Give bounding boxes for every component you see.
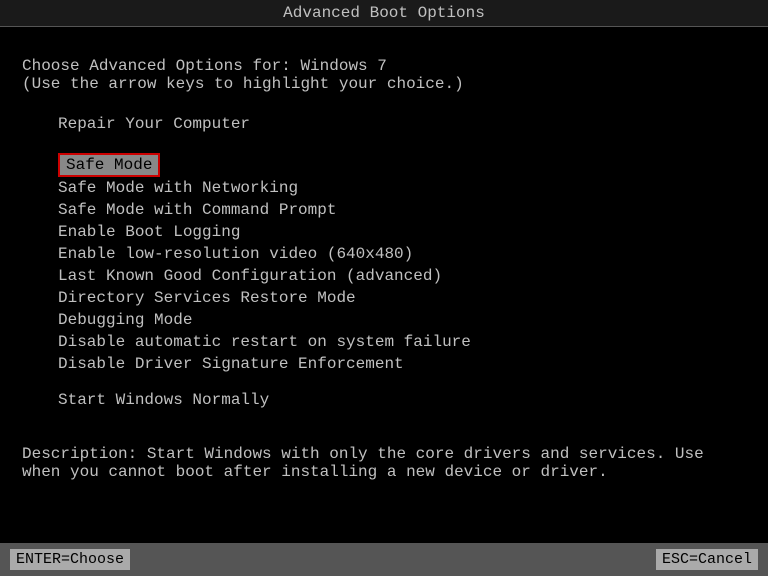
description-line2: when you cannot boot after installing a …	[22, 463, 746, 481]
menu-list: Safe ModeSafe Mode with NetworkingSafe M…	[22, 153, 746, 411]
menu-item-safe-mode[interactable]: Safe Mode	[58, 153, 160, 177]
menu-item-enable-low-res-video[interactable]: Enable low-resolution video (640x480)	[22, 243, 746, 265]
header-line1: Choose Advanced Options for: Windows 7	[22, 57, 746, 75]
repair-computer-item[interactable]: Repair Your Computer	[22, 113, 746, 135]
menu-item-directory-services-restore[interactable]: Directory Services Restore Mode	[22, 287, 746, 309]
footer-enter: ENTER=Choose	[10, 549, 130, 570]
menu-item-disable-auto-restart[interactable]: Disable automatic restart on system fail…	[22, 331, 746, 353]
title-text: Advanced Boot Options	[283, 4, 485, 22]
menu-item-last-known-good[interactable]: Last Known Good Configuration (advanced)	[22, 265, 746, 287]
footer-bar: ENTER=Choose ESC=Cancel	[0, 543, 768, 576]
menu-item-disable-driver-signature[interactable]: Disable Driver Signature Enforcement	[22, 353, 746, 375]
menu-item-safe-mode-command-prompt[interactable]: Safe Mode with Command Prompt	[22, 199, 746, 221]
description-line1: Description: Start Windows with only the…	[22, 445, 746, 463]
description-section: Description: Start Windows with only the…	[22, 445, 746, 481]
footer-esc: ESC=Cancel	[656, 549, 758, 570]
menu-item-debugging-mode[interactable]: Debugging Mode	[22, 309, 746, 331]
menu-item-safe-mode-networking[interactable]: Safe Mode with Networking	[22, 177, 746, 199]
title-bar: Advanced Boot Options	[0, 0, 768, 27]
header-section: Choose Advanced Options for: Windows 7 (…	[22, 57, 746, 93]
header-line2: (Use the arrow keys to highlight your ch…	[22, 75, 746, 93]
menu-item-start-windows-normally[interactable]: Start Windows Normally	[22, 389, 746, 411]
menu-item-enable-boot-logging[interactable]: Enable Boot Logging	[22, 221, 746, 243]
